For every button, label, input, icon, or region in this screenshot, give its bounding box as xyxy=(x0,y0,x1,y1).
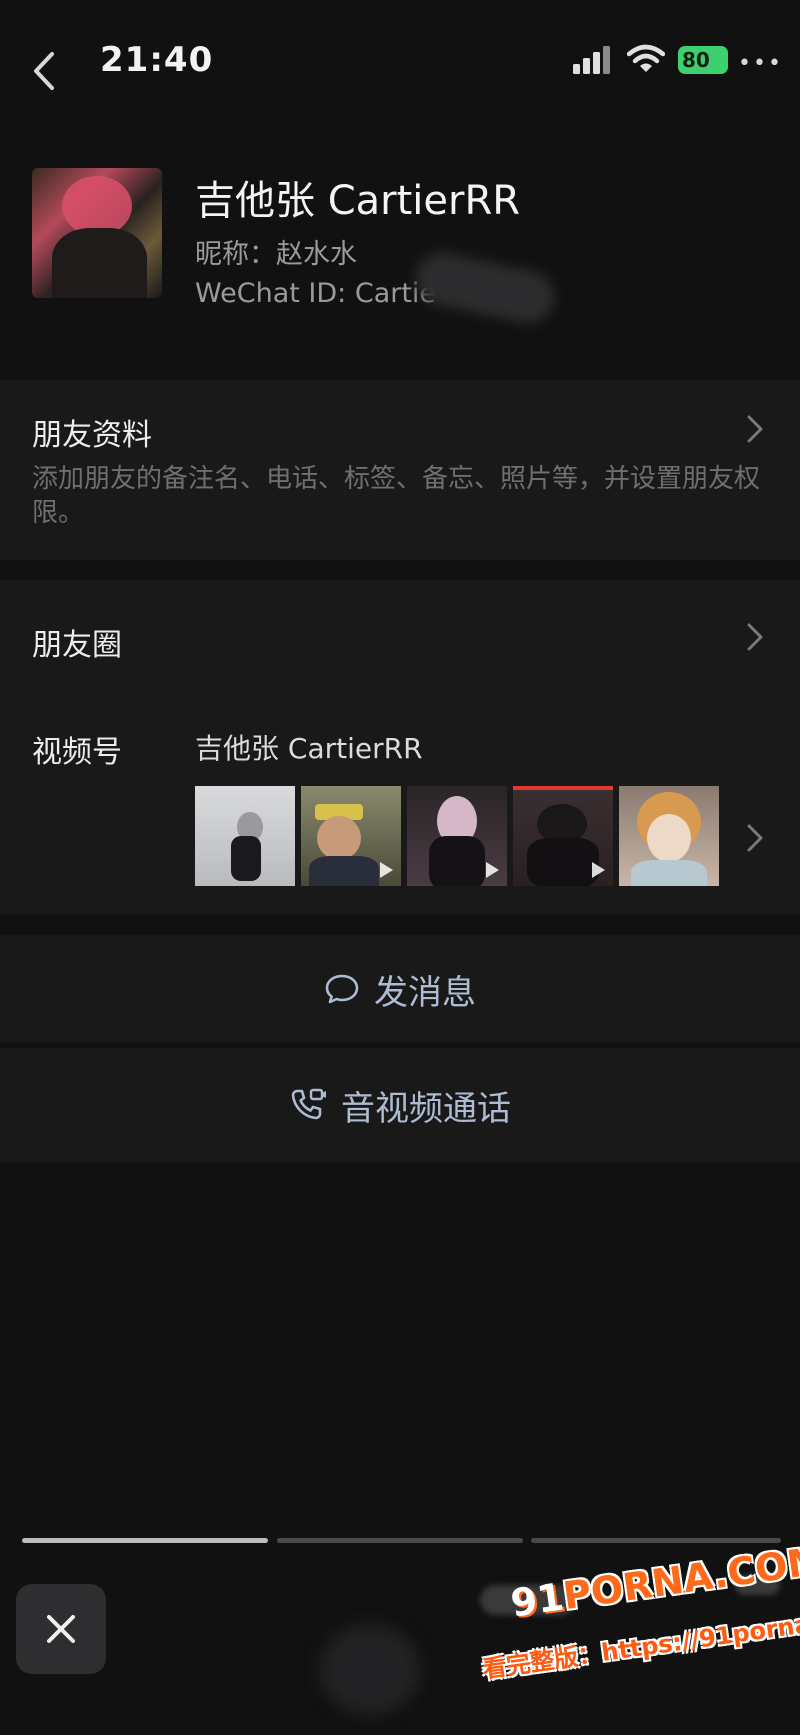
close-button[interactable] xyxy=(16,1584,106,1674)
friend-info-label: 朋友资料 xyxy=(32,418,152,453)
channels-account-name: 吉他张 CartierRR xyxy=(195,732,423,765)
wifi-icon xyxy=(627,44,665,72)
story-progress-segment xyxy=(531,1538,781,1543)
cellular-signal-icon xyxy=(573,46,610,74)
more-options-icon[interactable]: ••• xyxy=(738,53,783,75)
voice-video-call-label: 音视频通话 xyxy=(341,1089,511,1129)
video-thumbnail[interactable] xyxy=(301,786,401,886)
story-progress-segment xyxy=(22,1538,268,1543)
video-thumbnail[interactable] xyxy=(407,786,507,886)
chevron-right-icon[interactable] xyxy=(746,414,764,444)
video-thumbnail[interactable] xyxy=(513,786,613,886)
avatar[interactable] xyxy=(32,168,162,298)
watermark-logo: 91 xyxy=(508,1574,567,1626)
profile-nickname: 昵称：赵水水 xyxy=(195,239,357,270)
profile-display-name: 吉他张 CartierRR xyxy=(195,178,521,224)
close-icon xyxy=(47,1615,75,1643)
video-thumbnail[interactable] xyxy=(619,786,719,886)
friend-info-description: 添加朋友的备注名、电话、标签、备忘、照片等，并设置朋友权限。 xyxy=(32,464,761,528)
status-time: 21:40 xyxy=(100,40,214,80)
story-progress-segment xyxy=(277,1538,523,1543)
moments-label[interactable]: 朋友圈 xyxy=(32,620,122,664)
battery-level: 80 xyxy=(682,48,710,72)
watermark-brand-text: PORNA.COM xyxy=(560,1537,800,1619)
send-message-button[interactable]: 发消息 xyxy=(0,935,800,1043)
video-thumbnail[interactable] xyxy=(195,786,295,886)
chevron-right-icon[interactable] xyxy=(746,823,764,853)
channels-label[interactable]: 视频号 xyxy=(32,727,122,771)
redaction-blur xyxy=(411,248,559,328)
back-chevron-icon[interactable] xyxy=(30,50,60,92)
battery-indicator: 80 xyxy=(678,46,728,74)
blurred-control xyxy=(320,1625,420,1715)
send-message-label: 发消息 xyxy=(374,972,476,1013)
chat-bubble-icon xyxy=(325,974,359,1004)
profile-wechat-id: WeChat ID: Cartie xyxy=(195,278,437,309)
chevron-right-icon[interactable] xyxy=(746,622,764,652)
phone-video-icon xyxy=(291,1088,326,1119)
voice-video-call-button[interactable]: 音视频通话 xyxy=(0,1048,800,1163)
